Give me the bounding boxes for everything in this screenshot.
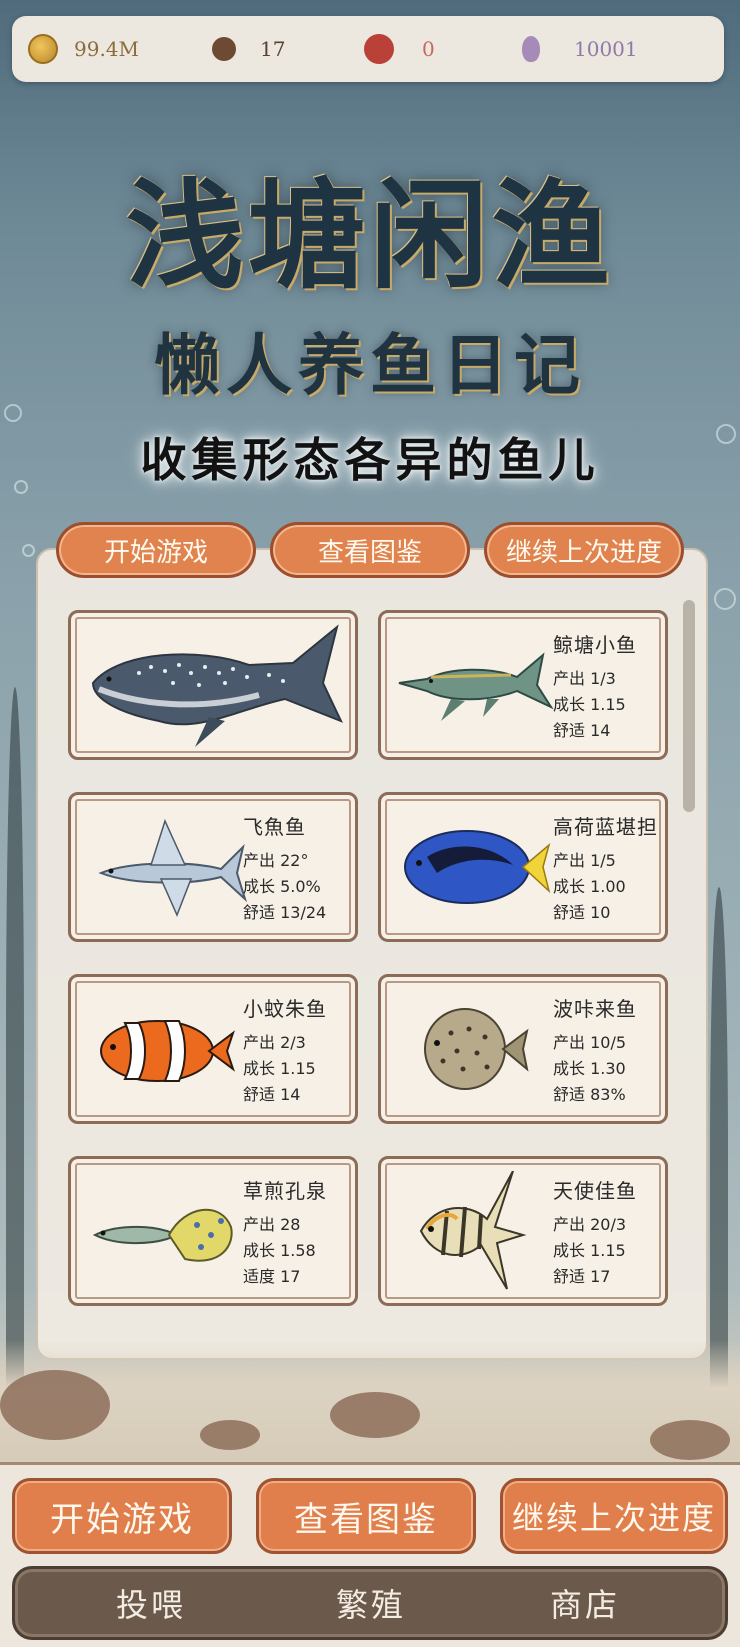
fish-stat-output: 产出 10/5: [553, 1033, 627, 1052]
fish-stat-comfort: 适度 17: [243, 1267, 301, 1286]
fish-name: 高荷蓝堪担: [553, 815, 658, 839]
clownfish-icon: [100, 1020, 235, 1082]
nav-shop[interactable]: 商店: [505, 1569, 665, 1637]
fish-stat-growth: 成长 1.15: [553, 1241, 626, 1260]
nav-breed[interactable]: 繁殖: [291, 1569, 451, 1637]
bean-value: 17: [260, 37, 286, 61]
game-title: 浅塘闲渔: [125, 166, 614, 305]
fish-card[interactable]: 草煎孔泉 产出 28 成长 1.58 适度 17: [68, 1156, 358, 1306]
rock-decoration: [330, 1392, 420, 1438]
fish-stat-output: 产出 22°: [243, 851, 309, 870]
fish-stat-output: 产出 28: [243, 1215, 301, 1234]
fish-name: 草煎孔泉: [243, 1179, 327, 1203]
fish-name: 飞魚鱼: [243, 815, 306, 839]
bubble-decoration: [714, 588, 736, 610]
nav-feed[interactable]: 投喂: [71, 1569, 231, 1637]
fish-card[interactable]: 天使佳鱼 产出 20/3 成长 1.15 舒适 17: [378, 1156, 668, 1306]
fish-card[interactable]: 高荷蓝堪担 产出 1/5 成长 1.00 舒适 10: [378, 792, 668, 942]
fish-stat-output: 产出 1/5: [553, 851, 616, 870]
whale-shark-icon: [91, 624, 343, 747]
coin-counter: 99.4M: [28, 16, 139, 82]
fish-name: 鲸塘小鱼: [553, 633, 637, 657]
fish-card[interactable]: 波咔来鱼 产出 10/5 成长 1.30 舒适 83%: [378, 974, 668, 1124]
pearl-counter: 0: [364, 16, 435, 82]
fish-stat-comfort: 舒适 10: [553, 903, 611, 922]
bean-counter: 17: [212, 16, 285, 82]
fish-stat-comfort: 舒适 17: [553, 1267, 611, 1286]
pearl-value: 0: [422, 37, 435, 61]
seaweed-decoration: [6, 687, 24, 1407]
fish-card[interactable]: 鲸塘小鱼 产出 1/3 成长 1.15 舒适 14: [378, 610, 668, 760]
fish-stat-growth: 成长 1.15: [243, 1059, 316, 1078]
sturgeon-icon: [398, 652, 554, 721]
tagline: 收集形态各异的鱼儿: [140, 433, 600, 487]
fish-stat-growth: 成长 5.0%: [243, 877, 321, 896]
fish-stat-output: 产出 1/3: [553, 669, 616, 688]
bean-icon: [212, 37, 236, 61]
coin-icon: [28, 34, 58, 64]
fish-stat-output: 产出 20/3: [553, 1215, 627, 1234]
game-subtitle: 懒人养鱼日记: [154, 326, 586, 404]
resource-bar: 99.4M 17 0 10001: [12, 16, 724, 82]
bottom-nav: 投喂 繁殖 商店: [12, 1566, 728, 1640]
rock-decoration: [0, 1370, 110, 1440]
fish-card[interactable]: 飞魚鱼 产出 22° 成长 5.0% 舒适 13/24: [68, 792, 358, 942]
fish-name: 波咔来鱼: [553, 997, 637, 1021]
fish-name: 小蚊朱鱼: [243, 997, 327, 1021]
view-catalog-button[interactable]: 查看图鉴: [256, 1478, 476, 1554]
gourd-value: 10001: [574, 37, 638, 61]
fish-card[interactable]: [68, 610, 358, 760]
fish-stat-growth: 成长 1.15: [553, 695, 626, 714]
gourd-counter: 10001: [522, 16, 638, 82]
view-catalog-tab-button[interactable]: 查看图鉴: [270, 522, 470, 578]
pufferfish-icon: [424, 1008, 529, 1090]
start-game-button[interactable]: 开始游戏: [12, 1478, 232, 1554]
fish-stat-growth: 成长 1.00: [553, 877, 626, 896]
blue-tang-icon: [404, 830, 551, 904]
guppy-icon: [92, 1208, 233, 1262]
panel-scrollbar[interactable]: [683, 600, 695, 812]
angelfish-icon: [419, 1171, 527, 1290]
bubble-decoration: [22, 544, 35, 557]
gourd-icon: [522, 36, 540, 62]
continue-progress-tab-button[interactable]: 继续上次进度: [484, 522, 684, 578]
fish-stat-comfort: 舒适 14: [553, 721, 611, 740]
fish-card[interactable]: 小蚊朱鱼 产出 2/3 成长 1.15 舒适 14: [68, 974, 358, 1124]
rock-decoration: [650, 1420, 730, 1460]
fish-stat-comfort: 舒适 83%: [553, 1085, 626, 1104]
fish-stat-comfort: 舒适 14: [243, 1085, 301, 1104]
rock-decoration: [200, 1420, 260, 1450]
flying-fish-icon: [98, 818, 248, 917]
seaweed-decoration: [710, 887, 728, 1407]
continue-progress-button[interactable]: 继续上次进度: [500, 1478, 728, 1554]
fish-name: 天使佳鱼: [553, 1179, 637, 1203]
start-game-tab-button[interactable]: 开始游戏: [56, 522, 256, 578]
coin-value: 99.4M: [74, 37, 140, 61]
fish-stat-growth: 成长 1.58: [243, 1241, 316, 1260]
fish-stat-comfort: 舒适 13/24: [243, 903, 327, 922]
fish-stat-output: 产出 2/3: [243, 1033, 306, 1052]
red-pearl-icon: [364, 34, 394, 64]
fish-stat-growth: 成长 1.30: [553, 1059, 626, 1078]
